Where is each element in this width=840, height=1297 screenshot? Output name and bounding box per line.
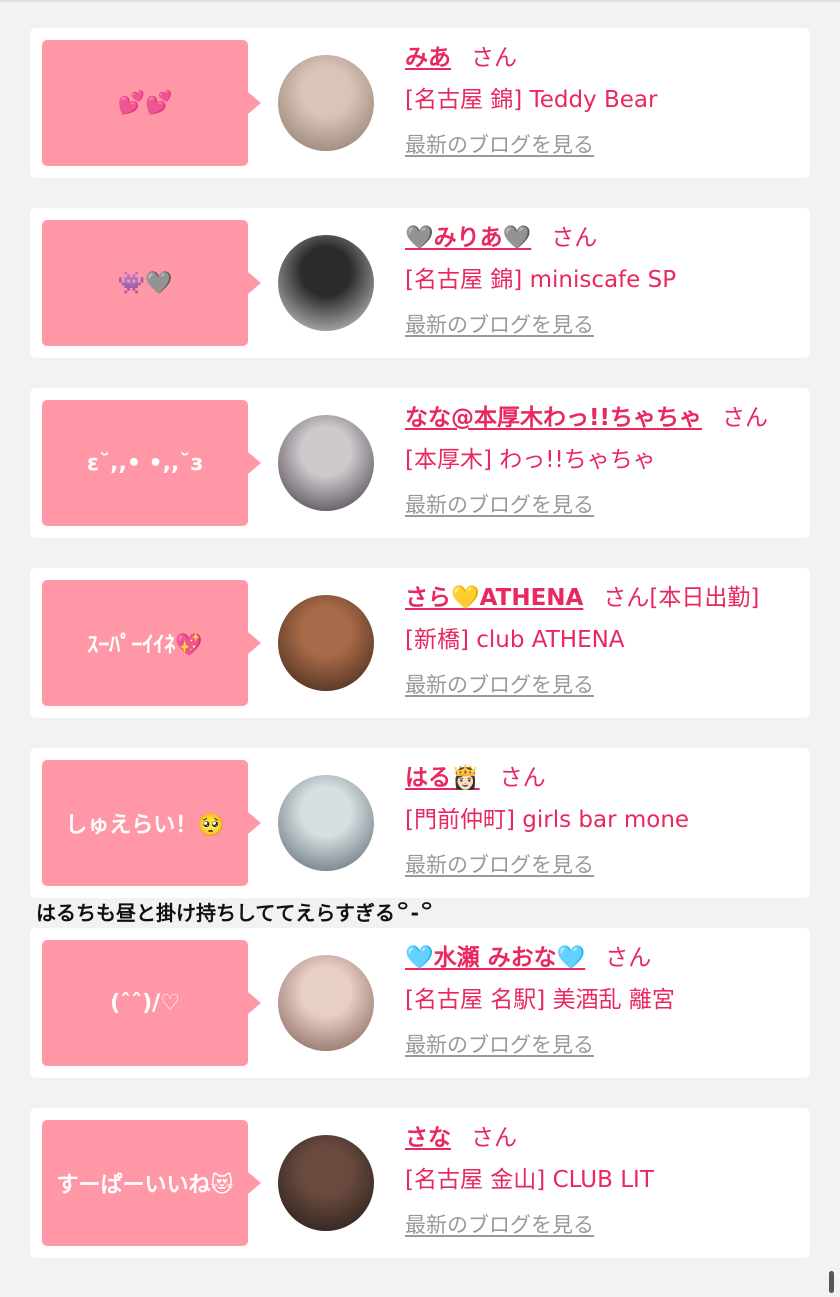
comment-bubble: しゅえらい！🥺 — [42, 760, 261, 886]
user-name-link[interactable]: さな — [405, 1125, 451, 1151]
honorific: さん — [471, 45, 517, 71]
comment-bubble: ε˘,,• •,,˘з — [42, 400, 261, 526]
avatar[interactable] — [278, 415, 374, 511]
list-item: 💕💕 みあ さん [名古屋 錦] Teddy Bear 最新のブログを見る — [30, 28, 810, 178]
user-name-link[interactable]: はる👸🏻 — [405, 765, 480, 791]
comment-bubble: 💕💕 — [42, 40, 261, 166]
list-item: ｽｰﾊﾟｰｲｲﾈ💖 さら💛ATHENA さん[本日出勤] [新橋] club AT… — [30, 568, 810, 718]
comment-bubble: すーぱーいいね😻 — [42, 1120, 261, 1246]
avatar[interactable] — [278, 235, 374, 331]
honorific: さん — [551, 225, 598, 251]
list-item: (ˆˆ)/♡ 🩵水瀬 みおな🩵 さん [名古屋 名駅] 美酒乱 離宮 最新のブログ… — [30, 928, 810, 1078]
avatar[interactable] — [278, 955, 374, 1051]
shop-label: [名古屋 金山] CLUB LIT — [405, 1167, 654, 1193]
latest-blog-link[interactable]: 最新のブログを見る — [405, 670, 594, 700]
avatar[interactable] — [278, 775, 374, 871]
shop-label: [名古屋 名駅] 美酒乱 離宮 — [405, 987, 675, 1013]
latest-blog-link[interactable]: 最新のブログを見る — [405, 1030, 594, 1060]
user-name-link[interactable]: みあ — [405, 45, 451, 71]
honorific: さん — [605, 945, 652, 971]
list-item: ε˘,,• •,,˘з なな@本厚木わっ!!ちゃちゃ さん [本厚木] わっ!!ち… — [30, 388, 810, 538]
shop-label: [名古屋 錦] Teddy Bear — [405, 87, 658, 113]
honorific: さん[本日出勤] — [603, 585, 760, 611]
list-item: しゅえらい！🥺 はる👸🏻 さん [門前仲町] girls bar mone 最新の… — [30, 748, 810, 898]
honorific: さん — [721, 405, 768, 431]
shop-label: [新橋] club ATHENA — [405, 627, 625, 653]
latest-blog-link[interactable]: 最新のブログを見る — [405, 1210, 594, 1240]
avatar[interactable] — [278, 595, 374, 691]
shop-label: [本厚木] わっ!!ちゃちゃ — [405, 447, 656, 473]
user-name-link[interactable]: 🩵水瀬 みおな🩵 — [405, 945, 585, 971]
overlay-caption: はるちも昼と掛け持ちしててえらすぎる꒪-꒪ — [36, 901, 435, 925]
honorific: さん — [471, 1125, 517, 1151]
user-name-link[interactable]: なな@本厚木わっ!!ちゃちゃ — [405, 405, 702, 431]
list-item: すーぱーいいね😻 さな さん [名古屋 金山] CLUB LIT 最新のブログを見… — [30, 1108, 810, 1258]
latest-blog-link[interactable]: 最新のブログを見る — [405, 130, 594, 160]
user-name-link[interactable]: さら💛ATHENA — [405, 585, 583, 611]
honorific: さん — [499, 765, 546, 791]
blog-user-list: 💕💕 みあ さん [名古屋 錦] Teddy Bear 最新のブログを見る 👾🩶 … — [30, 28, 810, 1288]
latest-blog-link[interactable]: 最新のブログを見る — [405, 850, 594, 880]
top-divider — [0, 0, 840, 2]
avatar[interactable] — [278, 1135, 374, 1231]
comment-bubble: (ˆˆ)/♡ — [42, 940, 261, 1066]
shop-label: [名古屋 錦] miniscafe SP — [405, 267, 677, 293]
latest-blog-link[interactable]: 最新のブログを見る — [405, 490, 594, 520]
list-item: 👾🩶 🩶みりあ🩶 さん [名古屋 錦] miniscafe SP 最新のブログを見… — [30, 208, 810, 358]
shop-label: [門前仲町] girls bar mone — [405, 807, 690, 833]
comment-bubble: 👾🩶 — [42, 220, 261, 346]
avatar[interactable] — [278, 55, 374, 151]
comment-bubble: ｽｰﾊﾟｰｲｲﾈ💖 — [42, 580, 261, 706]
scrollbar[interactable] — [829, 1271, 834, 1293]
latest-blog-link[interactable]: 最新のブログを見る — [405, 310, 594, 340]
user-name-link[interactable]: 🩶みりあ🩶 — [405, 225, 531, 251]
